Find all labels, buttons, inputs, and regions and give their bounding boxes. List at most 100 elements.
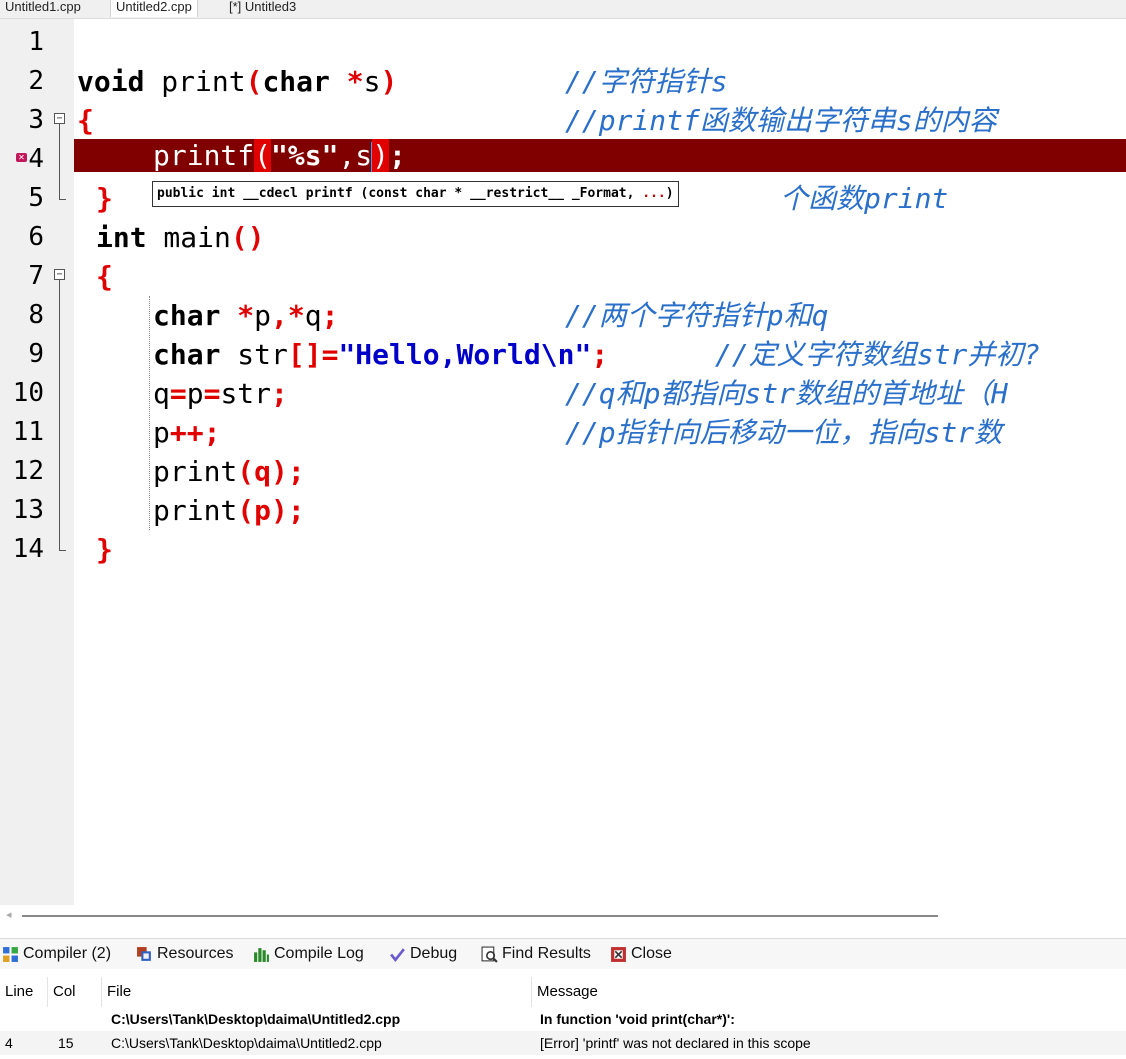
tab-untitled1[interactable]: Untitled1.cpp bbox=[0, 0, 86, 17]
identifier: print bbox=[144, 65, 246, 98]
code-comment: //p指针向后移动一位，指向str数 bbox=[565, 416, 1003, 449]
tab-close[interactable]: Close bbox=[610, 942, 672, 966]
table-row[interactable]: C:\Users\Tank\Desktop\daima\Untitled2.cp… bbox=[0, 1007, 1126, 1031]
file-tab-bar: Untitled1.cpp Untitled2.cpp [*] Untitled… bbox=[0, 0, 1126, 19]
fold-collapse-icon[interactable]: − bbox=[54, 269, 65, 280]
operator: ; bbox=[389, 139, 406, 172]
line-number: 8 bbox=[28, 300, 44, 330]
string-literal: "Hello,World\n" bbox=[338, 338, 592, 371]
code-line-10: q=p=str; bbox=[153, 374, 288, 413]
operator: ; bbox=[203, 416, 221, 449]
code-line-6: int main() bbox=[96, 218, 265, 257]
close-panel-icon bbox=[611, 946, 626, 962]
fold-guide bbox=[59, 280, 60, 550]
code-comment: //q和p都指向str数组的首地址（H bbox=[565, 377, 1008, 410]
code-line-7: { bbox=[96, 257, 113, 296]
tab-debug[interactable]: Debug bbox=[389, 942, 457, 966]
operator: (q); bbox=[237, 455, 305, 488]
column-header-file[interactable]: File bbox=[102, 977, 532, 1007]
line-number: 14 bbox=[12, 534, 44, 564]
column-header-message[interactable]: Message bbox=[532, 977, 1126, 1007]
identifier: printf bbox=[153, 139, 255, 172]
code-line-12: print(q); bbox=[153, 452, 305, 491]
tab-find-results[interactable]: Find Results bbox=[481, 942, 591, 966]
operator: ; bbox=[321, 299, 339, 332]
line-number: 1 bbox=[28, 27, 44, 57]
line-number: 5 bbox=[28, 183, 44, 213]
operator: ; bbox=[591, 338, 609, 371]
tab-resources[interactable]: Resources bbox=[136, 942, 233, 966]
keyword: char bbox=[262, 65, 330, 98]
identifier: p bbox=[254, 299, 272, 332]
cell-message: [Error] 'printf' was not declared in thi… bbox=[540, 1035, 811, 1051]
operator: () bbox=[230, 221, 265, 254]
tooltip-text: public int __cdecl printf (const char * … bbox=[157, 186, 643, 201]
fold-collapse-icon[interactable]: − bbox=[54, 113, 65, 124]
results-table-header: Line Col File Message bbox=[0, 977, 1126, 1007]
line-number: 13 bbox=[12, 495, 44, 525]
check-icon bbox=[390, 947, 405, 962]
tab-compiler[interactable]: Compiler (2) bbox=[2, 942, 111, 966]
string-literal: "%s" bbox=[271, 139, 339, 172]
tab-label: Compile Log bbox=[274, 945, 364, 962]
operator: } bbox=[96, 533, 113, 566]
line-number: 3 bbox=[28, 105, 44, 135]
tab-label: Compiler (2) bbox=[23, 945, 112, 962]
bar-chart-icon bbox=[254, 947, 269, 962]
code-editor[interactable]: 1 2 3 4 ✕ 5 6 7 8 9 10 11 12 13 14 − − v… bbox=[0, 19, 1126, 905]
table-row[interactable]: 4 15 C:\Users\Tank\Desktop\daima\Untitle… bbox=[0, 1031, 1126, 1055]
operator: * bbox=[287, 299, 305, 332]
line-number: 9 bbox=[28, 339, 44, 369]
line-number: 10 bbox=[12, 378, 44, 408]
line-number-gutter: 1 2 3 4 ✕ 5 6 7 8 9 10 11 12 13 14 − − bbox=[0, 19, 74, 905]
tooltip-ellipsis: ... bbox=[642, 186, 666, 201]
operator: ( bbox=[245, 65, 263, 98]
identifier: p bbox=[153, 416, 170, 449]
tab-untitled2[interactable]: Untitled2.cpp bbox=[110, 0, 198, 17]
identifier: str bbox=[220, 338, 288, 371]
scroll-left-icon[interactable]: ◂ bbox=[6, 908, 12, 921]
scrollbar-thumb[interactable] bbox=[22, 915, 938, 917]
column-header-col[interactable]: Col bbox=[48, 977, 102, 1007]
operator: = bbox=[169, 377, 187, 410]
identifier: q bbox=[304, 299, 322, 332]
code-comment: 个函数print bbox=[780, 182, 949, 215]
line-number: 7 bbox=[28, 261, 44, 291]
line-number: 2 bbox=[28, 66, 44, 96]
operator: , bbox=[271, 299, 288, 332]
code-line-3: { bbox=[77, 101, 94, 140]
keyword: char bbox=[153, 338, 221, 371]
operator: = bbox=[203, 377, 221, 410]
bottom-panel: Compiler (2) Resources Compile Log Debug… bbox=[0, 938, 1126, 1059]
cell-message: In function 'void print(char*)': bbox=[540, 1011, 735, 1027]
fold-end bbox=[59, 550, 66, 551]
tab-untitled3[interactable]: [*] Untitled3 bbox=[224, 0, 301, 17]
tab-label: Resources bbox=[157, 945, 234, 962]
keyword: void bbox=[77, 65, 145, 98]
cell-col: 15 bbox=[58, 1035, 74, 1051]
operator: ++ bbox=[169, 416, 204, 449]
identifier: q bbox=[153, 377, 170, 410]
error-marker-icon[interactable]: ✕ bbox=[16, 153, 27, 162]
code-line-2: void print(char *s) bbox=[77, 62, 397, 101]
line-number: 12 bbox=[12, 456, 44, 486]
operator: { bbox=[77, 104, 94, 137]
keyword: char bbox=[153, 299, 221, 332]
function-signature-tooltip: public int __cdecl printf (const char * … bbox=[152, 181, 679, 207]
identifier: ,s bbox=[338, 139, 373, 172]
fold-end bbox=[59, 199, 66, 200]
operator: } bbox=[96, 182, 113, 215]
identifier: s bbox=[363, 65, 381, 98]
code-line-8: char *p,*q; bbox=[153, 296, 338, 335]
magnifier-icon bbox=[481, 946, 498, 963]
column-header-line[interactable]: Line bbox=[0, 977, 48, 1007]
tab-compile-log[interactable]: Compile Log bbox=[253, 942, 364, 966]
tab-label: Find Results bbox=[502, 945, 591, 962]
fold-guide bbox=[59, 124, 60, 199]
identifier: print bbox=[153, 494, 238, 527]
grid-icon bbox=[3, 946, 18, 962]
horizontal-scrollbar[interactable]: ◂ bbox=[0, 905, 1126, 927]
bracket-match: ) bbox=[372, 139, 390, 172]
line-number: 6 bbox=[28, 222, 44, 252]
